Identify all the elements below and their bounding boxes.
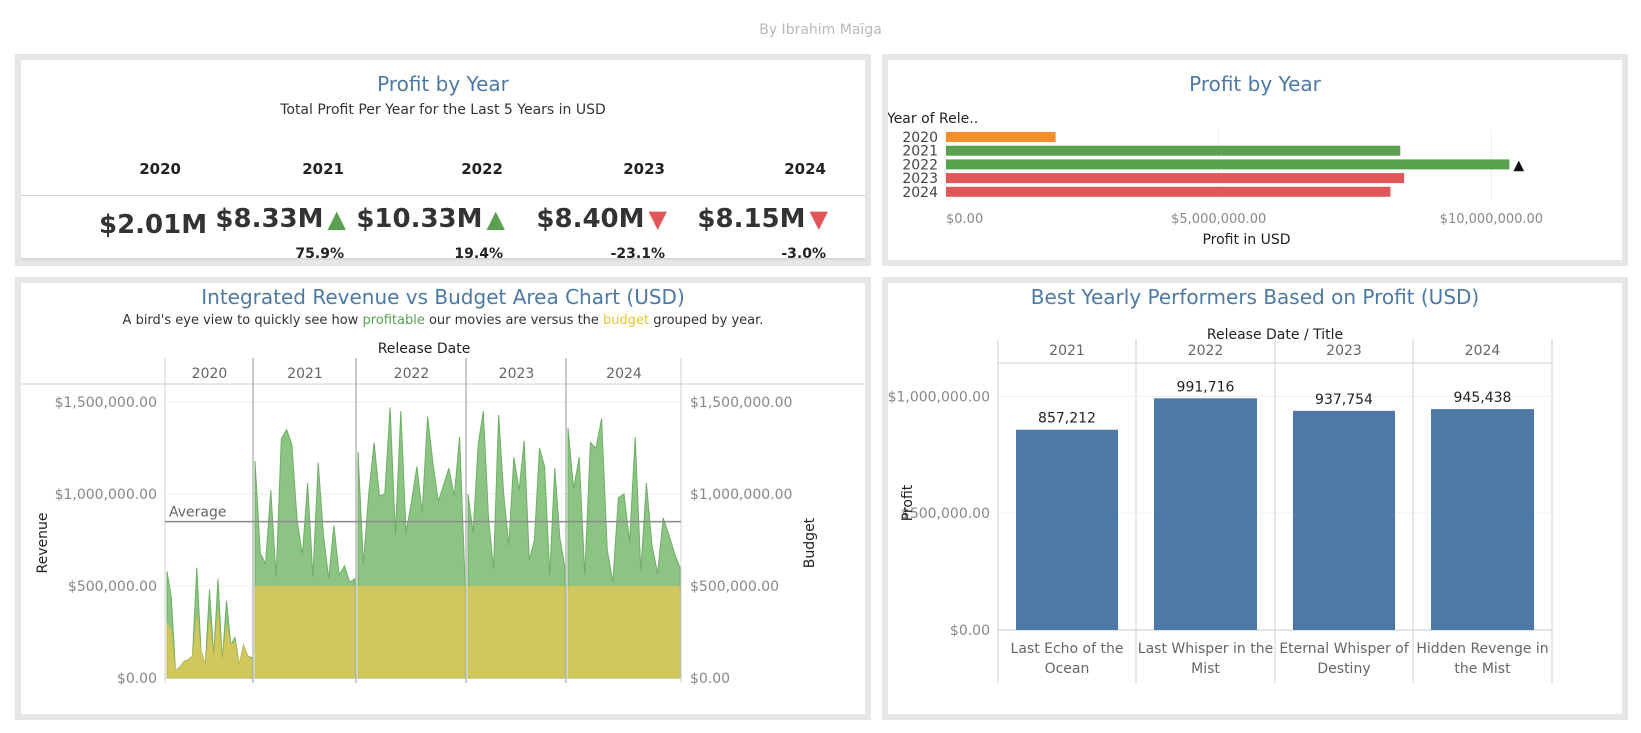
kpi-value-2020: $2.01M xyxy=(99,210,207,240)
area-ytick-left: $0.00 xyxy=(117,671,157,687)
vbar-title-line-1: Last Whisper in the xyxy=(1138,641,1273,657)
kpi-year-2020: 2020 xyxy=(139,160,181,178)
area-ytick-right: $500,000.00 xyxy=(690,579,779,595)
area-ytick-left: $1,500,000.00 xyxy=(55,395,157,411)
kpi-year-2022: 2022 xyxy=(461,160,503,178)
average-label: Average xyxy=(169,505,227,521)
hbar-xtick-label: $10,000,000.00 xyxy=(1440,212,1543,227)
kpi-year-2024: 2024 xyxy=(784,160,826,178)
trend-down-icon: ▼ xyxy=(648,205,667,233)
vbar-bar-2021 xyxy=(1016,429,1118,630)
vbar-title-line-1: Hidden Revenge in xyxy=(1416,641,1548,657)
vbar-title-line-2: Mist xyxy=(1191,661,1220,677)
author-credit: By Ibrahim Maïga xyxy=(759,22,882,38)
hbar-chart: Year of Rele.. $0.00 $5,000,000.00 $10,000,… xyxy=(888,111,1543,248)
area-year-header-2022: 2022 xyxy=(394,366,430,382)
budget-area-2022 xyxy=(357,585,466,679)
kpi-value-text: $10.33M xyxy=(356,204,483,234)
kpi-value-text: $8.15M xyxy=(697,204,806,234)
kpi-value-2022: $10.33M ▲ xyxy=(356,204,505,234)
vbar-bar-2022 xyxy=(1154,398,1257,630)
kpi-value-text: $8.33M xyxy=(215,204,324,234)
max-marker-icon: ▲ xyxy=(1513,157,1524,173)
vbar-year-header-2021: 2021 xyxy=(1049,343,1085,359)
hbar-xtick-label: $0.00 xyxy=(946,212,983,227)
hbar-bar-2024 xyxy=(946,186,1391,197)
trend-down-icon: ▼ xyxy=(809,205,828,233)
trend-up-icon: ▲ xyxy=(486,205,505,233)
budget-area-2023 xyxy=(467,585,566,679)
area-year-header-2021: 2021 xyxy=(287,366,323,382)
vbar-value-label: 945,438 xyxy=(1454,390,1512,406)
area-year-header-2023: 2023 xyxy=(499,366,535,382)
kpi-panel: Profit by Year Total Profit Per Year for… xyxy=(15,54,871,266)
vbar-year-header-2023: 2023 xyxy=(1326,343,1362,359)
kpi-subtitle: Total Profit Per Year for the Last 5 Yea… xyxy=(280,102,606,118)
area-year-header-2020: 2020 xyxy=(192,366,228,382)
kpi-title: Profit by Year xyxy=(377,72,509,96)
area-ytick-right: $1,500,000.00 xyxy=(690,395,792,411)
vbar-year-header-2024: 2024 xyxy=(1465,343,1501,359)
hbar-ylabel: Year of Rele.. xyxy=(888,111,978,127)
vbar-title-line-2: the Mist xyxy=(1454,661,1511,677)
kpi-value-2021: $8.33M ▲ xyxy=(215,204,346,234)
vbar-ytick-label: $0.00 xyxy=(950,623,990,639)
vbar-bar-2024 xyxy=(1431,409,1534,630)
kpi-year-2021: 2021 xyxy=(302,160,344,178)
area-ylabel-left: Revenue xyxy=(35,513,51,574)
kpi-value-2024: $8.15M ▼ xyxy=(697,204,828,234)
profit-by-year-bar-panel: Profit by Year Year of Rele.. $0.00 $5,000… xyxy=(882,54,1628,266)
vbar-title-line-1: Eternal Whisper of xyxy=(1279,641,1409,657)
budget-area-2021 xyxy=(254,585,356,679)
vbar-ylabel: Profit xyxy=(900,484,916,521)
area-ytick-left: $1,000,000.00 xyxy=(55,487,157,503)
budget-area-2024 xyxy=(567,585,681,679)
kpi-value-2023: $8.40M ▼ xyxy=(536,204,667,234)
area-column-header: Release Date xyxy=(378,341,471,357)
kpi-value-text: $2.01M xyxy=(99,210,208,240)
area-chart: Release Date $0.00 $0.00 $500,000.00 $500,00… xyxy=(21,341,865,687)
hbar-category-label: 2024 xyxy=(902,185,938,201)
vbar-title-line-2: Destiny xyxy=(1317,661,1370,677)
kpi-bottom-rule xyxy=(21,258,865,260)
area-ytick-right: $1,000,000.00 xyxy=(690,487,792,503)
hbar-bar-2020 xyxy=(946,132,1056,142)
area-ylabel-right: Budget xyxy=(802,517,818,568)
trend-up-icon: ▲ xyxy=(327,205,346,233)
vbar-year-header-2022: 2022 xyxy=(1188,343,1224,359)
hbar-xtick-label: $5,000,000.00 xyxy=(1171,212,1266,227)
hbar-bar-2022 xyxy=(946,159,1510,170)
vbar-value-label: 857,212 xyxy=(1038,411,1096,427)
vbar-title-line-1: Last Echo of the xyxy=(1011,641,1124,657)
vbar-value-label: 991,716 xyxy=(1177,379,1235,395)
kpi-value-text: $8.40M xyxy=(536,204,645,234)
vbar-ytick-label: $1,000,000.00 xyxy=(888,389,990,405)
revenue-budget-area-panel: Integrated Revenue vs Budget Area Chart … xyxy=(15,277,871,720)
vbar-chart: Release Date / Title$0.00$500,000.00$1,0… xyxy=(888,327,1553,683)
best-performers-panel: Best Yearly Performers Based on Profit (… xyxy=(882,277,1628,720)
hbar-xlabel: Profit in USD xyxy=(1202,232,1290,248)
hbar-bar-2023 xyxy=(946,173,1405,184)
area-ytick-right: $0.00 xyxy=(690,671,730,687)
kpi-divider xyxy=(21,195,865,196)
hbar-bar-2021 xyxy=(946,145,1401,156)
vbar-bar-2023 xyxy=(1293,410,1395,630)
area-year-header-2024: 2024 xyxy=(606,366,642,382)
kpi-year-2023: 2023 xyxy=(623,160,665,178)
vbar-title-line-2: Ocean xyxy=(1045,661,1090,677)
vbar-value-label: 937,754 xyxy=(1315,392,1373,408)
area-ytick-left: $500,000.00 xyxy=(68,579,157,595)
